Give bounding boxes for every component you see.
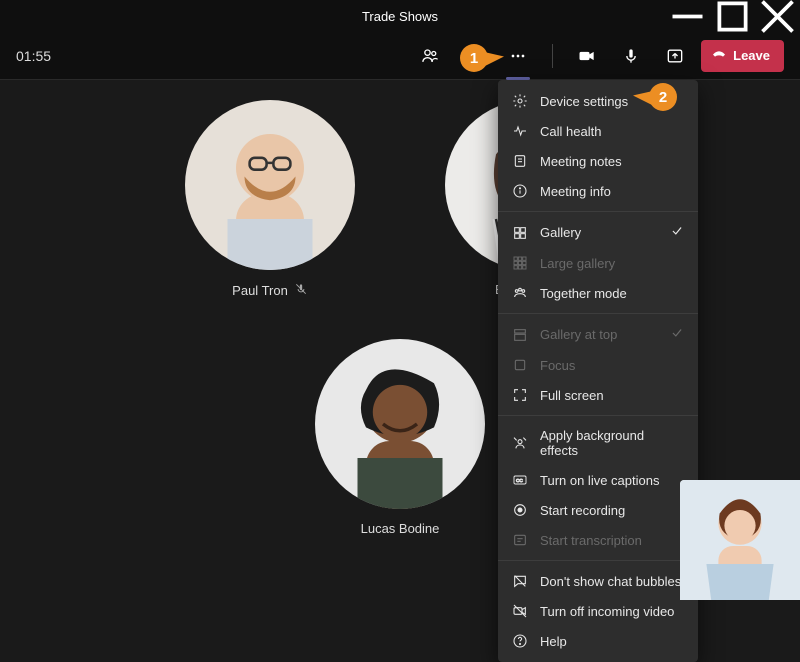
leave-button[interactable]: Leave xyxy=(701,40,784,72)
info-icon xyxy=(512,183,528,199)
background-icon xyxy=(512,435,528,451)
gear-icon xyxy=(512,93,528,109)
menu-dont-show-chat[interactable]: Don't show chat bubbles xyxy=(498,566,698,596)
menu-call-health[interactable]: Call health xyxy=(498,116,698,146)
self-view-tile[interactable] xyxy=(680,480,800,600)
window-title: Trade Shows xyxy=(362,9,438,24)
focus-icon xyxy=(512,357,528,373)
call-timer: 01:55 xyxy=(16,48,51,64)
hangup-icon xyxy=(711,46,727,65)
menu-large-gallery: Large gallery xyxy=(498,248,698,278)
camera-button[interactable] xyxy=(569,38,605,74)
mic-muted-icon xyxy=(294,282,308,299)
grid-icon xyxy=(512,225,528,241)
menu-separator xyxy=(498,211,698,212)
pulse-icon xyxy=(512,123,528,139)
menu-gallery[interactable]: Gallery xyxy=(498,217,698,248)
menu-start-transcription: Start transcription xyxy=(498,525,698,555)
participant-name: Paul Tron xyxy=(232,282,308,299)
toolbar-divider xyxy=(552,44,553,68)
menu-turn-off-incoming[interactable]: Turn off incoming video xyxy=(498,596,698,626)
more-actions-menu: Device settings Call health Meeting note… xyxy=(498,80,698,662)
check-icon xyxy=(670,224,684,241)
window-controls xyxy=(665,0,800,32)
annotation-callout-1: 1 xyxy=(460,44,488,72)
menu-meeting-notes[interactable]: Meeting notes xyxy=(498,146,698,176)
notes-icon xyxy=(512,153,528,169)
cc-icon: CC xyxy=(512,472,528,488)
menu-separator xyxy=(498,560,698,561)
transcription-icon xyxy=(512,532,528,548)
menu-together-mode[interactable]: Together mode xyxy=(498,278,698,308)
avatar xyxy=(185,100,355,270)
fullscreen-icon xyxy=(512,387,528,403)
chat-off-icon xyxy=(512,573,528,589)
maximize-button[interactable] xyxy=(710,0,755,32)
menu-live-captions[interactable]: CC Turn on live captions xyxy=(498,465,698,495)
annotation-callout-2: 2 xyxy=(649,83,677,111)
close-button[interactable] xyxy=(755,0,800,32)
more-actions-button[interactable] xyxy=(500,38,536,74)
avatar xyxy=(315,339,485,509)
check-icon xyxy=(670,326,684,343)
video-off-icon xyxy=(512,603,528,619)
menu-full-screen[interactable]: Full screen xyxy=(498,380,698,410)
participant-tile: Paul Tron xyxy=(160,80,380,299)
large-grid-icon xyxy=(512,255,528,271)
menu-meeting-info[interactable]: Meeting info xyxy=(498,176,698,206)
record-icon xyxy=(512,502,528,518)
menu-separator xyxy=(498,313,698,314)
leave-label: Leave xyxy=(733,48,770,63)
participant-name: Lucas Bodine xyxy=(361,521,440,536)
title-bar: Trade Shows xyxy=(0,0,800,32)
menu-help[interactable]: Help xyxy=(498,626,698,656)
people-button[interactable] xyxy=(412,38,448,74)
gallery-top-icon xyxy=(512,327,528,343)
mic-button[interactable] xyxy=(613,38,649,74)
share-button[interactable] xyxy=(657,38,693,74)
menu-apply-bg[interactable]: Apply background effects xyxy=(498,421,698,465)
menu-separator xyxy=(498,415,698,416)
svg-text:CC: CC xyxy=(516,478,523,483)
together-icon xyxy=(512,285,528,301)
menu-start-recording[interactable]: Start recording xyxy=(498,495,698,525)
call-toolbar: 01:55 Leave xyxy=(0,32,800,80)
help-icon xyxy=(512,633,528,649)
minimize-button[interactable] xyxy=(665,0,710,32)
menu-focus: Focus xyxy=(498,350,698,380)
menu-gallery-at-top: Gallery at top xyxy=(498,319,698,350)
